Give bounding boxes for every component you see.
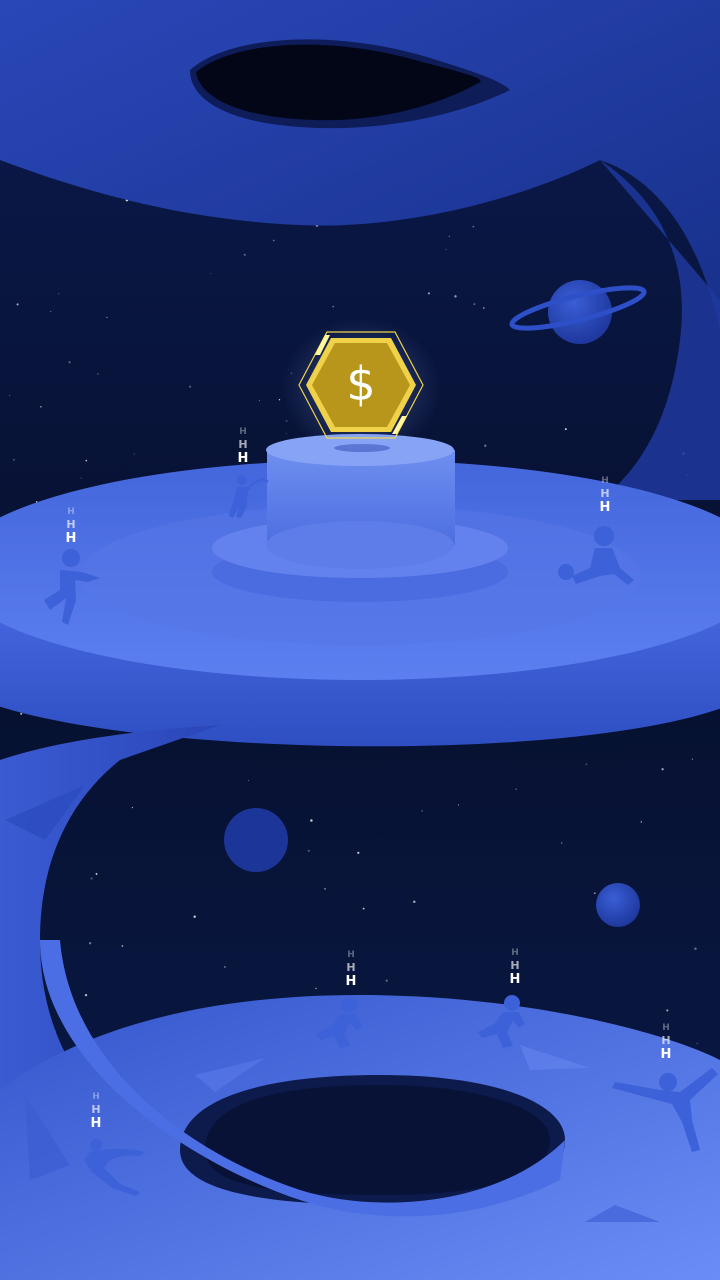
star xyxy=(285,419,288,422)
star xyxy=(80,477,82,479)
star xyxy=(272,239,275,242)
star xyxy=(593,892,596,895)
star xyxy=(484,444,487,447)
star xyxy=(85,459,88,462)
activity-marker: HHH xyxy=(660,1023,672,1062)
star xyxy=(515,788,517,790)
space-background xyxy=(0,0,720,1280)
star xyxy=(585,763,588,766)
star xyxy=(696,1042,698,1045)
star xyxy=(307,849,310,852)
star xyxy=(20,712,23,715)
star xyxy=(694,947,697,950)
star xyxy=(661,768,664,771)
star xyxy=(90,877,93,880)
star xyxy=(210,273,212,275)
star xyxy=(278,399,281,401)
star xyxy=(310,819,313,822)
star xyxy=(285,433,287,435)
activity-marker: HHH xyxy=(345,950,357,989)
star xyxy=(9,394,11,396)
star xyxy=(385,979,388,982)
star xyxy=(445,248,447,250)
star xyxy=(454,295,457,298)
star xyxy=(482,307,485,309)
activity-marker: HHH xyxy=(237,427,249,466)
star xyxy=(362,907,365,910)
star xyxy=(193,915,196,918)
star xyxy=(315,987,317,990)
star xyxy=(106,316,108,319)
star xyxy=(473,303,476,306)
star xyxy=(258,399,261,402)
star xyxy=(413,900,416,904)
star xyxy=(12,458,15,461)
star xyxy=(472,225,475,228)
star xyxy=(561,842,563,844)
star xyxy=(16,303,19,306)
star xyxy=(640,821,643,823)
star xyxy=(133,453,135,455)
star xyxy=(421,810,424,812)
star xyxy=(95,872,98,875)
star xyxy=(564,428,567,431)
star xyxy=(666,1009,669,1012)
star xyxy=(458,804,460,806)
star xyxy=(84,993,88,997)
activity-marker: HHH xyxy=(65,507,77,546)
star xyxy=(131,806,134,809)
star xyxy=(243,253,246,256)
star xyxy=(332,305,335,308)
star xyxy=(97,373,99,375)
activity-marker: HHH xyxy=(90,1092,102,1131)
star xyxy=(40,405,42,408)
star xyxy=(427,292,430,295)
dollar-symbol: $ xyxy=(346,357,376,411)
star xyxy=(448,235,451,238)
star xyxy=(68,361,71,364)
star xyxy=(357,851,360,854)
star xyxy=(224,966,226,968)
star xyxy=(691,758,694,760)
star xyxy=(189,385,192,388)
activity-marker: HHH xyxy=(509,948,521,987)
star xyxy=(324,888,326,890)
star xyxy=(58,293,60,295)
star xyxy=(50,311,52,312)
star xyxy=(121,945,124,947)
star xyxy=(247,780,249,781)
star xyxy=(88,941,92,945)
activity-marker: HHH xyxy=(599,476,611,515)
